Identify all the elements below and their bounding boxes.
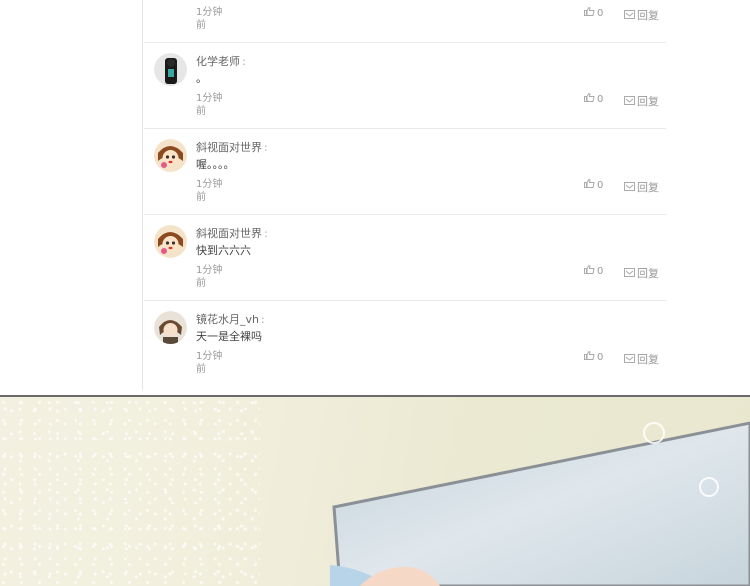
like-button[interactable]: 0 xyxy=(584,178,604,191)
comment-item: 斜视面对世界: 喔。。。。 1分钟前 0 回复 xyxy=(144,129,666,215)
reply-button[interactable]: 回复 xyxy=(624,351,659,367)
mirror-illustration xyxy=(330,421,750,586)
comment-time: 1分钟前 xyxy=(196,179,223,203)
comment-item: 化学老师: 。 1分钟前 0 回复 xyxy=(144,43,666,129)
comment-text: 快到六六六 xyxy=(196,244,251,257)
comment-item: 1分钟前 0 回复 xyxy=(144,0,666,43)
colon-separator: : xyxy=(260,313,265,326)
left-gutter xyxy=(0,0,143,390)
comment-username[interactable]: 化学老师: xyxy=(196,53,246,69)
reply-button[interactable]: 回复 xyxy=(624,93,659,109)
username-text[interactable]: 镜花水月_vh xyxy=(196,313,259,326)
reply-label: 回复 xyxy=(637,353,659,366)
reply-icon xyxy=(624,353,635,366)
like-count: 0 xyxy=(597,351,604,363)
comment-username[interactable]: 镜花水月_vh: xyxy=(196,311,265,327)
comment-username[interactable]: 斜视面对世界: xyxy=(196,225,268,241)
comment-item: 斜视面对世界: 快到六六六 1分钟前 0 回复 xyxy=(144,215,666,301)
reply-label: 回复 xyxy=(637,95,659,108)
comment-username[interactable]: 斜视面对世界: xyxy=(196,139,268,155)
reply-icon xyxy=(624,267,635,280)
colon-separator: : xyxy=(264,227,268,240)
reply-icon xyxy=(624,95,635,108)
comment-item: 镜花水月_vh: 天一是全裸吗 1分钟前 0 回复 xyxy=(144,301,666,387)
like-button[interactable]: 0 xyxy=(584,92,604,105)
like-button[interactable]: 0 xyxy=(584,350,604,363)
thumbs-up-icon xyxy=(584,264,595,277)
thumbs-up-icon xyxy=(584,178,595,191)
comment-text: 天一是全裸吗 xyxy=(196,330,262,343)
thumbs-up-icon xyxy=(584,92,595,105)
reply-label: 回复 xyxy=(637,9,659,22)
cartoon-girl-avatar[interactable] xyxy=(154,225,187,258)
bubble-decoration xyxy=(699,477,719,497)
reply-label: 回复 xyxy=(637,181,659,194)
comment-time: 1分钟前 xyxy=(196,93,223,117)
like-count: 0 xyxy=(597,7,604,19)
comment-text: 喔。。。。 xyxy=(196,158,235,171)
cartoon-girl-avatar[interactable] xyxy=(154,139,187,172)
bubble-decoration xyxy=(643,422,665,444)
like-button[interactable]: 0 xyxy=(584,264,604,277)
like-button[interactable]: 0 xyxy=(584,6,604,19)
username-text[interactable]: 斜视面对世界 xyxy=(196,227,262,240)
comic-panel xyxy=(0,397,750,586)
username-text[interactable]: 斜视面对世界 xyxy=(196,141,262,154)
reply-icon xyxy=(624,181,635,194)
comment-time: 1分钟前 xyxy=(196,351,223,375)
thumbs-up-icon xyxy=(584,350,595,363)
reply-icon xyxy=(624,9,635,22)
reply-button[interactable]: 回复 xyxy=(624,7,659,23)
reply-button[interactable]: 回复 xyxy=(624,265,659,281)
thumbs-up-icon xyxy=(584,6,595,19)
like-count: 0 xyxy=(597,93,604,105)
comment-time: 1分钟前 xyxy=(196,265,223,289)
username-text[interactable]: 化学老师 xyxy=(196,55,240,68)
anime-boy-avatar[interactable] xyxy=(154,311,187,344)
dark-figure-avatar[interactable] xyxy=(154,53,187,86)
like-count: 0 xyxy=(597,265,604,277)
reply-label: 回复 xyxy=(637,267,659,280)
comment-list: 1分钟前 0 回复 化学老师: 。 1分钟前 0 回复 斜视面对世界: 喔。。。… xyxy=(144,0,666,390)
colon-separator: : xyxy=(264,141,268,154)
colon-separator: : xyxy=(242,55,246,68)
comment-text: 。 xyxy=(196,72,207,85)
reply-button[interactable]: 回复 xyxy=(624,179,659,195)
comment-time: 1分钟前 xyxy=(196,7,223,31)
like-count: 0 xyxy=(597,179,604,191)
sparkle-background xyxy=(0,397,260,586)
